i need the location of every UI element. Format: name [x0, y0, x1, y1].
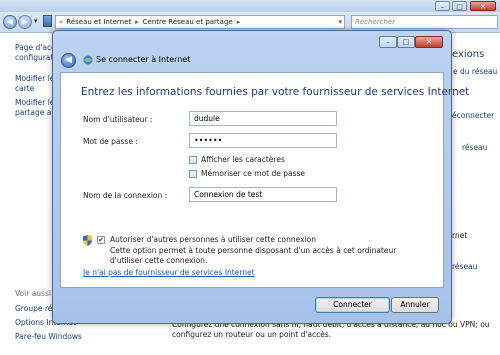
remember-password-checkbox[interactable] — [189, 170, 197, 178]
remember-password-label: Mémoriser ce mot de passe — [201, 169, 306, 178]
chevron-icon: « — [59, 18, 64, 26]
dialog-title: Se connecter à Internet — [96, 55, 191, 64]
connection-name-label: Nom de la connexion : — [83, 191, 168, 200]
dialog-content: Entrez les informations fournies par vot… — [60, 72, 469, 288]
window-titlebar: – □ ✕ — [0, 0, 500, 12]
control-panel-icon — [43, 15, 52, 27]
recent-pages-icon[interactable]: ▾ — [34, 17, 38, 25]
dialog-minimize-button[interactable]: – — [379, 36, 397, 48]
left-link-sharing[interactable]: Modifier le — [15, 98, 54, 108]
search-input[interactable]: Rechercher — [351, 15, 498, 29]
show-characters-checkbox[interactable] — [189, 156, 197, 164]
minimize-button[interactable]: – — [435, 1, 450, 11]
allow-others-description: Cette option permet à toute personne dis… — [110, 246, 397, 265]
separator-icon[interactable]: ▸ — [131, 16, 143, 28]
cancel-button[interactable]: Annuler — [391, 297, 439, 313]
username-label: Nom d'utilisateur : — [83, 115, 153, 124]
left-pane: Page d'accu configurati Modifier le cart… — [0, 33, 82, 355]
connection-name-field[interactable]: Connexion de test — [189, 187, 337, 202]
see-also-homegroup[interactable]: Groupe rés — [15, 304, 56, 314]
right-link-network-2[interactable]: réseau — [462, 143, 487, 152]
breadcrumb-item-sharing-center[interactable]: Centre Réseau et partage — [143, 16, 233, 28]
username-field[interactable]: dudule — [189, 111, 337, 126]
show-characters-option[interactable]: Afficher les caractères — [189, 155, 285, 164]
password-field[interactable]: •••••• — [189, 133, 337, 148]
connect-button[interactable]: Connecter — [315, 297, 390, 313]
forward-button[interactable]: ▶ — [18, 15, 32, 29]
right-link-network[interactable]: e du réseau — [453, 67, 497, 76]
right-text-internet: rnet — [452, 231, 468, 240]
separator-icon[interactable]: ▸ — [233, 16, 245, 28]
dialog-back-button[interactable]: ◀ — [61, 53, 76, 68]
close-button[interactable]: ✕ — [470, 1, 496, 11]
connect-to-internet-dialog: – □ ✕ ◀ Se connecter à Internet Entrez l… — [52, 30, 469, 324]
dropdown-icon[interactable]: ▾ — [338, 16, 342, 28]
left-link-adapter-line2[interactable]: carte — [15, 84, 34, 94]
uac-shield-icon — [83, 235, 92, 246]
see-also-firewall[interactable]: Pare-feu Windows — [15, 332, 82, 342]
right-link-disconnect[interactable]: éconnecter — [452, 111, 494, 120]
see-also-heading: Voir aussi — [15, 289, 51, 298]
dialog-close-button[interactable]: ✕ — [415, 36, 443, 48]
allow-others-checkbox[interactable] — [97, 236, 105, 244]
left-link-adapter[interactable]: Modifier le — [15, 74, 54, 84]
dialog-maximize-button[interactable]: □ — [397, 36, 415, 48]
remember-password-option[interactable]: Mémoriser ce mot de passe — [189, 169, 305, 178]
show-characters-label: Afficher les caractères — [201, 155, 285, 164]
password-label: Mot de passe : — [83, 137, 138, 146]
left-link-home-line2[interactable]: configurati — [15, 53, 55, 63]
breadcrumb-item-network[interactable]: Réseau et Internet — [66, 16, 131, 28]
maximize-button[interactable]: □ — [452, 1, 467, 11]
right-pane: exions e du réseau éconnecter réseau rne… — [450, 33, 500, 355]
right-pane-title: exions — [452, 49, 485, 60]
instructions-heading: Entrez les informations fournies par vot… — [81, 86, 470, 98]
no-isp-link[interactable]: Je n'ai pas de fournisseur de services I… — [83, 268, 255, 277]
dialog-titlebar: – □ ✕ ◀ Se connecter à Internet — [53, 31, 451, 71]
right-link-network-3[interactable]: réseau — [452, 262, 477, 271]
back-button[interactable]: ◀ — [3, 15, 17, 29]
address-bar[interactable]: «Réseau et Internet ▸ Centre Réseau et par… — [55, 15, 345, 29]
allow-others-label: Autoriser d'autres personnes à utiliser … — [110, 235, 316, 244]
network-icon — [83, 55, 93, 65]
